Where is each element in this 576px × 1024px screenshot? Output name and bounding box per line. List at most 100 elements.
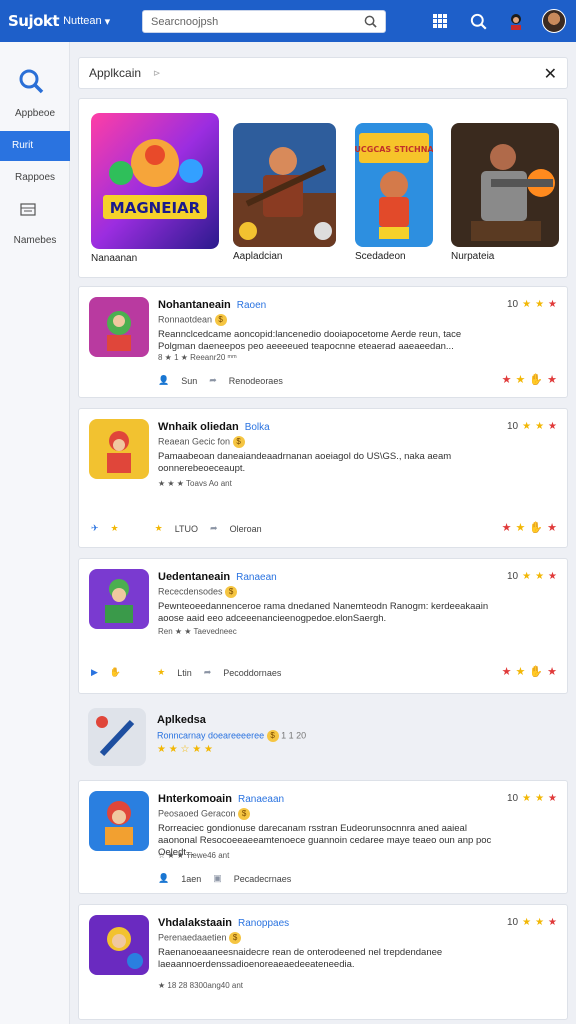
bookmark-icon[interactable]: ▣: [213, 873, 222, 884]
list-item[interactable]: Hnterkomoain Ranaeaan Peosaoed Geracon $ …: [78, 780, 568, 894]
app-title[interactable]: Aplkedsa: [157, 714, 206, 726]
score-value: 10: [506, 917, 519, 928]
star-icon: ★: [522, 571, 532, 582]
app-name: Nuttean: [63, 15, 102, 27]
star-icon[interactable]: ★: [516, 373, 526, 386]
sidebar-item-names[interactable]: Namebes: [0, 235, 70, 246]
app-title[interactable]: Nohantaneain Raoen: [158, 299, 266, 311]
star-icon: ★: [548, 421, 557, 432]
folder-icon[interactable]: [19, 200, 37, 223]
card-score: 10 ★ ★ ★: [507, 793, 557, 804]
share-icon[interactable]: ➦: [204, 667, 212, 678]
close-icon[interactable]: ✕: [544, 64, 557, 84]
star-icon: ★: [535, 421, 545, 432]
hand-icon[interactable]: ✋: [110, 667, 121, 678]
star-icon[interactable]: ★: [516, 665, 526, 678]
coin-icon: $: [238, 808, 251, 820]
star-icon[interactable]: ★: [547, 665, 557, 678]
app-title[interactable]: Uedentaneain Ranaean: [158, 571, 277, 583]
featured-caption: Aapladcian: [233, 251, 283, 262]
score-value: 10: [506, 421, 519, 432]
like-icon[interactable]: ✋: [529, 665, 543, 678]
star-icon: ★: [522, 793, 532, 804]
app-rating: Ren ★ ★ Taevedneec: [158, 627, 237, 636]
game-art-title: MAGNEIAR: [110, 199, 201, 217]
list-item[interactable]: Nohantaneain Raoen Ronnaotdean $ Reannclc…: [78, 286, 568, 398]
app-description: Pewnteoeedannenceroe rama dnedaned Nanem…: [158, 601, 489, 624]
coin-icon: $: [232, 436, 245, 448]
favorite-icon[interactable]: ★: [502, 665, 512, 678]
app-thumbnail: [88, 708, 146, 766]
footer-count: 1aen: [181, 873, 202, 884]
app-description: Pamaabeoan daneaiandeaadrnanan aoeiagol …: [158, 451, 452, 474]
featured-card[interactable]: SUCGCAS STICHNAS Scedadeon: [349, 123, 440, 262]
sidebar-item-active[interactable]: Rurit: [0, 131, 70, 161]
app-thumbnail: [89, 419, 149, 479]
featured-carousel: MAGNEIAR Nanaanan Aapladcian SUCGCAS STI…: [78, 98, 568, 278]
featured-card[interactable]: Nurpateia: [451, 123, 559, 262]
send-icon[interactable]: ▶: [91, 667, 98, 678]
app-logo[interactable]: Sujokt: [8, 12, 60, 30]
grid-icon[interactable]: [428, 9, 452, 33]
list-item[interactable]: Aplkedsa Ronncarnay doeareeeeree $ 1 1 2…: [78, 706, 568, 776]
card-score: 10 ★ ★ ★: [507, 571, 557, 582]
card-footer: 👤 1aen ▣ Pecadecrnaes: [158, 873, 291, 884]
favorite-icon[interactable]: ★: [502, 521, 512, 534]
like-icon[interactable]: ✋: [529, 373, 543, 386]
app-description: Reannclcedcame aoncopid:lancenedio dooia…: [158, 329, 462, 352]
footer-label[interactable]: Renodeoraes: [229, 376, 283, 386]
list-item[interactable]: Wnhaik oliedan Bolka Reaean Gecic fon $ P…: [78, 408, 568, 548]
footer-count: Sun: [181, 375, 198, 386]
featured-card[interactable]: MAGNEIAR Nanaanan: [91, 113, 219, 264]
sidebar: Appbeoe Rurit Rappoes Namebes: [0, 42, 70, 1024]
star-icon[interactable]: ★: [547, 373, 557, 386]
card-footer: ✈ ★ ★ LTUO ➦ Oleroan: [91, 523, 262, 534]
search-icon[interactable]: [364, 15, 377, 28]
user-game-icon[interactable]: [504, 9, 528, 33]
star-icon: ★: [535, 793, 545, 804]
panel-header: Applkcain ⊳ ✕: [78, 57, 568, 89]
search-icon[interactable]: [466, 9, 490, 33]
footer-count: Ltin: [177, 667, 192, 678]
star-icon: ★: [522, 421, 532, 432]
list-item[interactable]: Vhdalakstaain Ranoppaes Perenaedaaetien $…: [78, 904, 568, 1020]
footer-label[interactable]: Oleroan: [230, 524, 262, 534]
star-icon[interactable]: ★: [516, 521, 526, 534]
share-icon[interactable]: ➦: [210, 523, 218, 534]
search-placeholder: Searcnoojpsh: [151, 15, 219, 28]
star-icon[interactable]: ★: [547, 521, 557, 534]
app-title[interactable]: Hnterkomoain Ranaeaan: [158, 793, 284, 805]
star-icon[interactable]: ★: [111, 523, 119, 534]
list-item[interactable]: Uedentaneain Ranaean Rececdensodes $ Pewn…: [78, 558, 568, 694]
avatar[interactable]: [542, 9, 566, 33]
sidebar-item-apps[interactable]: Appbeoe: [0, 108, 70, 119]
app-tag: Ranaean: [236, 572, 277, 583]
game-art-image: SUCGCAS STICHNAS: [349, 123, 440, 247]
star-icon: ★: [548, 917, 557, 928]
footer-label[interactable]: Pecoddornaes: [223, 668, 281, 678]
app-switcher[interactable]: Nuttean ▾: [63, 15, 110, 28]
send-icon[interactable]: ✈: [91, 523, 99, 534]
coin-icon: $: [214, 314, 227, 326]
search-input[interactable]: Searcnoojpsh: [142, 10, 386, 33]
share-icon[interactable]: ➦: [209, 375, 217, 386]
app-title[interactable]: Vhdalakstaain Ranoppaes: [158, 917, 289, 929]
favorite-icon[interactable]: ★: [502, 373, 512, 386]
game-art-title: SUCGCAS STICHNAS: [355, 145, 433, 154]
featured-card[interactable]: Aapladcian: [233, 123, 336, 262]
search-icon[interactable]: [16, 66, 46, 96]
card-actions: ★ ★ ✋ ★: [502, 521, 557, 534]
coin-icon: $: [266, 730, 279, 742]
app-meta: Reaean Gecic fon $: [158, 436, 245, 448]
like-icon[interactable]: ✋: [529, 521, 543, 534]
score-value: 10: [506, 793, 519, 804]
app-thumbnail: [89, 915, 149, 975]
panel-title: Applkcain: [89, 66, 142, 80]
sidebar-item-reports[interactable]: Rappoes: [0, 172, 70, 183]
star-icon: ★: [157, 667, 166, 677]
footer-label[interactable]: Pecadecrnaes: [234, 874, 292, 884]
card-footer: 👤 Sun ➦ Renodeoraes: [158, 375, 283, 386]
app-title[interactable]: Wnhaik oliedan Bolka: [158, 421, 270, 433]
app-meta: Peosaoed Geracon $: [158, 808, 251, 820]
top-icons: [428, 9, 566, 33]
